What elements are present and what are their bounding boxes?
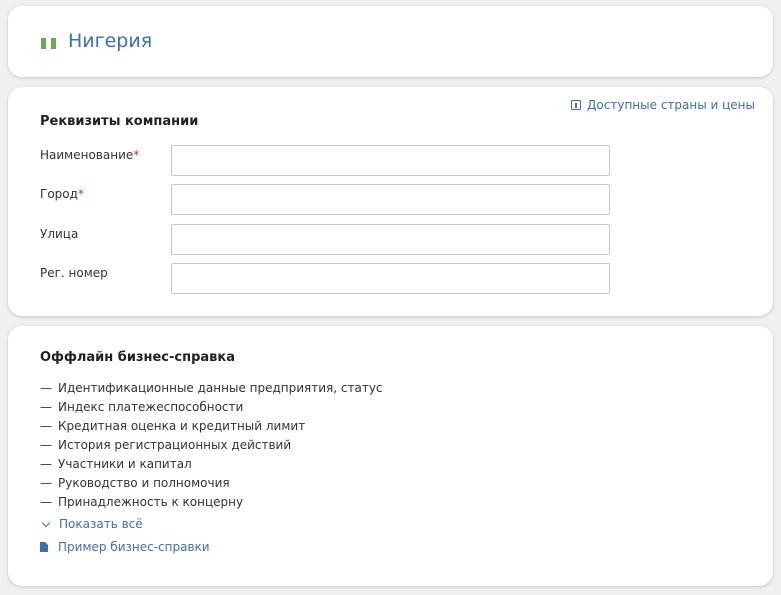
required-mark: *: [77, 187, 84, 201]
available-countries-label: Доступные страны и цены: [587, 98, 755, 112]
country-card: Нигерия: [8, 6, 773, 77]
report-features-list: — Идентификационные данные предприятия, с…: [40, 379, 383, 512]
reg-number-input[interactable]: [171, 263, 610, 294]
show-all-link[interactable]: Показать всё: [40, 517, 143, 531]
street-label: Улица: [40, 227, 79, 241]
list-item: — Участники и капитал: [40, 457, 192, 471]
info-icon: [571, 100, 582, 110]
available-countries-link[interactable]: Доступные страны и цены: [571, 98, 755, 112]
city-input[interactable]: [171, 184, 610, 215]
offline-report-card: Оффлайн бизнес-справка — Идентификационны…: [8, 326, 773, 586]
sample-report-label: Пример бизнес-справки: [58, 540, 210, 554]
company-details-card: Доступные страны и цены Реквизиты компан…: [8, 87, 773, 316]
city-label: Город*: [40, 187, 84, 201]
name-row: Наименование*: [40, 145, 610, 176]
list-item: — Руководство и полномочия: [40, 476, 230, 490]
list-item: — Идентификационные данные предприятия, с…: [40, 381, 383, 395]
company-details-title: Реквизиты компании: [40, 114, 199, 129]
sample-report-link[interactable]: Пример бизнес-справки: [40, 540, 210, 554]
name-label: Наименование*: [40, 148, 140, 162]
document-icon: [40, 542, 48, 552]
list-item: — Индекс платежеспособности: [40, 400, 244, 414]
show-all-label: Показать всё: [59, 517, 143, 531]
reg-number-row: Рег. номер: [40, 263, 610, 294]
list-item: — Принадлежность к концерну: [40, 495, 244, 509]
street-row: Улица: [40, 224, 610, 255]
country-title: Нигерия: [68, 30, 153, 52]
offline-report-title: Оффлайн бизнес-справка: [40, 350, 235, 365]
list-item: — Кредитная оценка и кредитный лимит: [40, 419, 306, 433]
nigeria-flag-icon: [41, 38, 56, 49]
city-row: Город*: [40, 184, 610, 215]
list-item: — История регистрационных действий: [40, 438, 292, 452]
chevron-down-icon: [41, 518, 51, 527]
reg-number-label: Рег. номер: [40, 266, 108, 280]
required-mark: *: [133, 148, 140, 162]
name-input[interactable]: [171, 145, 610, 176]
street-input[interactable]: [171, 224, 610, 255]
